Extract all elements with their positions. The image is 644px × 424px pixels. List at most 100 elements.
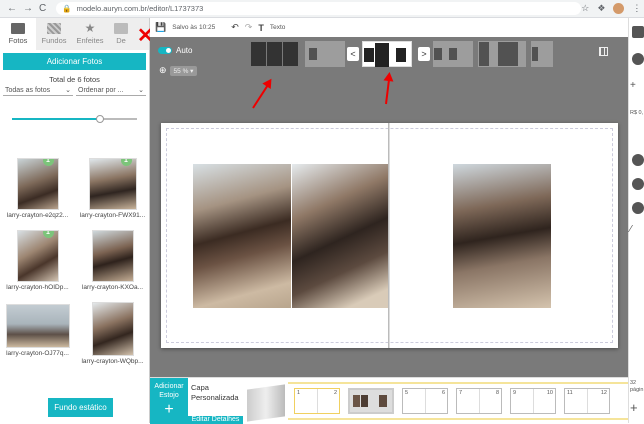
- text-icon[interactable]: T: [258, 23, 264, 33]
- gear-icon[interactable]: [632, 154, 644, 166]
- custom-cover-label: Capa Personalizada: [191, 383, 239, 402]
- page-spread[interactable]: 9 10: [510, 388, 556, 414]
- redo-icon[interactable]: ↷: [245, 22, 253, 33]
- layout-thumb[interactable]: [531, 41, 553, 67]
- pages-label: págin: [630, 387, 644, 393]
- layout-prev-button[interactable]: <: [347, 47, 359, 61]
- photo-item[interactable]: 1 larry-crayton-hOIDp...: [0, 230, 75, 291]
- tab-label: Fotos: [8, 36, 28, 45]
- layout-thumb[interactable]: [433, 41, 473, 67]
- zoom-text: 55 %: [173, 67, 189, 75]
- sort-select[interactable]: Ordenar por ... ⌄: [76, 85, 146, 96]
- usage-badge: 1: [42, 231, 54, 238]
- layout-thumb-selected[interactable]: [362, 41, 412, 67]
- photo-caption: larry-crayton-hOIDp...: [6, 284, 69, 291]
- page-number: 5: [405, 390, 409, 396]
- mini-photo: [361, 395, 368, 407]
- address-bar[interactable]: 🔒 modelo.auryn.com.br/editor/L1737373: [56, 2, 582, 15]
- palette-icon[interactable]: [632, 202, 644, 214]
- slider-fill: [12, 118, 100, 120]
- comment-icon[interactable]: [632, 178, 644, 190]
- slider-knob[interactable]: [95, 115, 104, 123]
- saved-status: Salvo às 10:25: [172, 24, 216, 31]
- panel-tabs: Fotos Fundos ★ Enfeites De: [0, 18, 149, 50]
- page-number: 7: [459, 390, 463, 396]
- plus-icon: +: [164, 401, 174, 418]
- page-number: 6: [441, 390, 445, 396]
- page-number: 10: [546, 390, 553, 396]
- photo-caption: larry-crayton-WQbp...: [81, 358, 144, 365]
- add-icon[interactable]: +: [630, 80, 636, 91]
- page-thumbnails: 1 2 5 6 7 8 9 10 11 12: [288, 382, 628, 420]
- photo-slot[interactable]: [292, 164, 388, 308]
- photo-item[interactable]: larry-crayton-OJ77q...: [0, 304, 75, 357]
- photo-thumbnail: [5, 304, 70, 348]
- undo-icon[interactable]: ↶: [231, 22, 239, 33]
- star-icon[interactable]: ☆: [581, 3, 589, 14]
- menu-icon[interactable]: ⋮: [632, 3, 641, 14]
- grid-view-icon[interactable]: [599, 47, 608, 56]
- cover-thumbnail[interactable]: [247, 384, 285, 422]
- layout-thumb[interactable]: [305, 41, 345, 67]
- photo-item[interactable]: 1 larry-crayton-e2qz2...: [0, 158, 75, 219]
- save-icon[interactable]: 💾: [155, 22, 166, 33]
- photo-item[interactable]: larry-crayton-KXOa...: [75, 230, 150, 291]
- auto-layout-toggle[interactable]: Auto: [158, 46, 192, 55]
- right-toolbar: + R$ 0, ⁄ 32 págin +: [628, 18, 644, 423]
- photo-slot[interactable]: [453, 164, 551, 308]
- annotation-arrowhead: [383, 71, 395, 82]
- zoom-value[interactable]: 55 % ▾: [169, 65, 198, 76]
- left-panel: Fotos Fundos ★ Enfeites De Adicionar Fot…: [0, 18, 150, 423]
- pattern-icon: [47, 23, 61, 34]
- tab-fotos[interactable]: Fotos: [0, 18, 36, 50]
- photo-total: Total de 6 fotos: [49, 75, 100, 84]
- tab-de[interactable]: De: [108, 18, 134, 50]
- photo-caption: larry-crayton-OJ77q...: [6, 350, 69, 357]
- page-spread[interactable]: 11 12: [564, 388, 610, 414]
- browser-bar: ← → C 🔒 modelo.auryn.com.br/editor/L1737…: [0, 0, 644, 18]
- tab-label: De: [116, 36, 126, 45]
- save-icon[interactable]: [632, 26, 644, 38]
- magic-wand-icon[interactable]: ⁄: [630, 224, 632, 235]
- back-icon[interactable]: ←: [7, 3, 17, 14]
- tab-fundos[interactable]: Fundos: [36, 18, 72, 50]
- page-spread[interactable]: 7 8: [456, 388, 502, 414]
- add-case-button[interactable]: Adicionar Estojo +: [150, 378, 188, 424]
- layout-thumb[interactable]: [478, 41, 526, 67]
- page-spread[interactable]: 5 6: [402, 388, 448, 414]
- photo-slot[interactable]: [193, 164, 291, 308]
- page-number: 8: [495, 390, 499, 396]
- layout-next-button[interactable]: >: [418, 47, 430, 61]
- check-icon[interactable]: [632, 53, 644, 65]
- fundo-estatico-button[interactable]: Fundo estático: [48, 398, 113, 417]
- mini-photo: [353, 395, 360, 407]
- forward-icon[interactable]: →: [23, 3, 33, 14]
- extension-icon[interactable]: ❖: [597, 3, 605, 14]
- profile-avatar[interactable]: [613, 3, 625, 14]
- photo-caption: larry-crayton-FWX91...: [79, 212, 146, 219]
- add-page-icon[interactable]: +: [630, 400, 638, 415]
- lock-icon: 🔒: [62, 4, 72, 13]
- text-button-label[interactable]: Texto: [270, 24, 286, 31]
- layout-thumb[interactable]: [250, 41, 300, 67]
- tab-enfeites[interactable]: ★ Enfeites: [72, 18, 108, 50]
- tab-label: Fundos: [41, 36, 67, 45]
- add-photos-button[interactable]: Adicionar Fotos: [3, 53, 146, 70]
- chevron-down-icon: ⌄: [138, 87, 144, 94]
- page-spread-current[interactable]: [348, 388, 394, 414]
- usage-badge: 1: [42, 159, 54, 166]
- design-icon: [114, 23, 128, 34]
- filter-select[interactable]: Todas as fotos ⌄: [3, 85, 73, 96]
- usage-badge: 1: [120, 159, 132, 166]
- page-number: 11: [567, 390, 573, 396]
- auto-label: Auto: [176, 46, 193, 55]
- zoom-control[interactable]: ⊕ 55 % ▾: [159, 65, 198, 76]
- page-spread[interactable]: 1 2: [294, 388, 340, 414]
- toggle-switch[interactable]: [158, 47, 172, 54]
- page-number: 9: [513, 390, 517, 396]
- photo-item[interactable]: larry-crayton-WQbp...: [75, 302, 150, 365]
- photo-thumbnail: [91, 230, 134, 282]
- reload-icon[interactable]: C: [39, 3, 46, 14]
- photo-item[interactable]: 1 larry-crayton-FWX91...: [75, 158, 150, 219]
- thumbnail-size-slider[interactable]: [12, 115, 137, 123]
